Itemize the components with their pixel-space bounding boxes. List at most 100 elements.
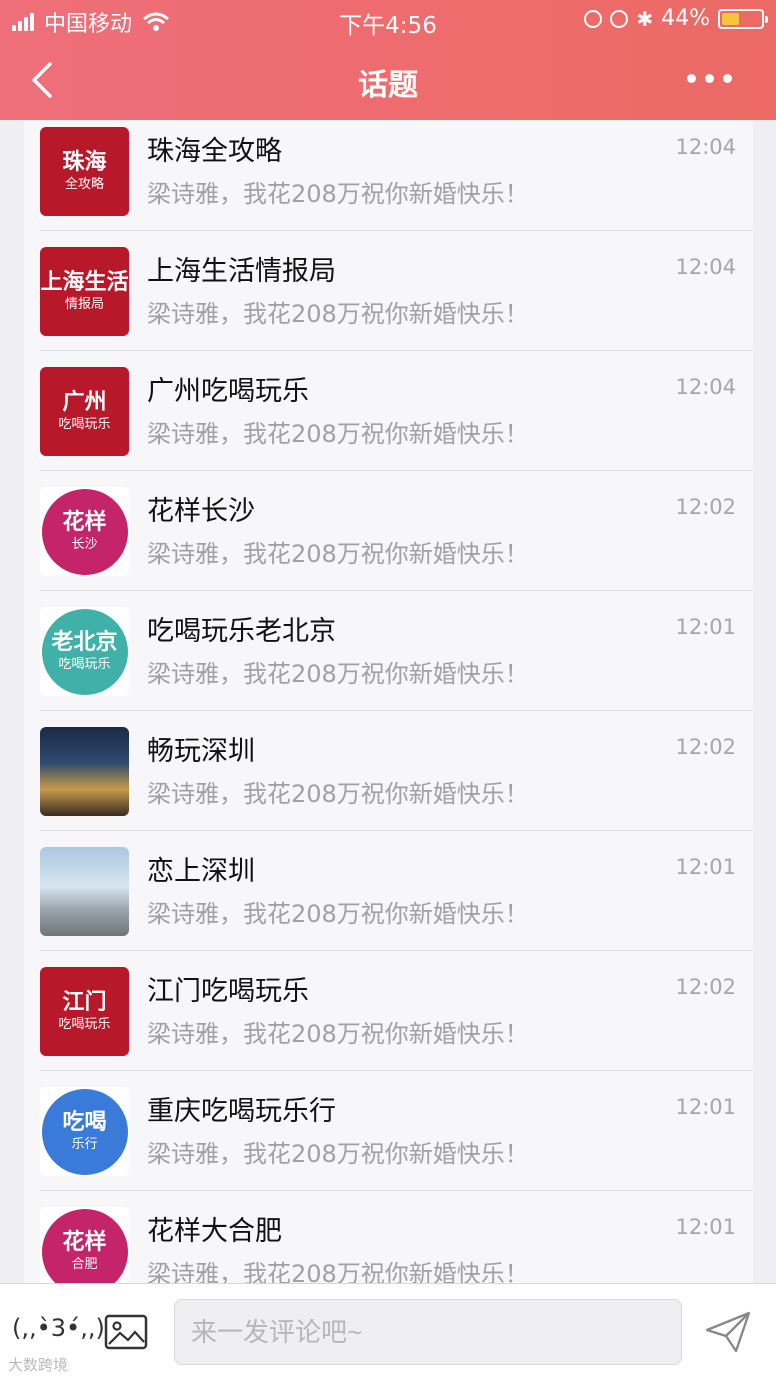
topic-row[interactable]: 恋上深圳梁诗雅，我花208万祝你新婚快乐！ 12:01 [24,831,753,951]
topic-avatar[interactable]: 上海生活 情报局 [40,247,129,336]
avatar-logo: 上海生活 情报局 [40,271,128,312]
topic-row[interactable]: 珠海 全攻略 珠海全攻略 梁诗雅，我花208万祝你新婚快乐！ 12:04 [24,120,753,231]
more-dots-icon[interactable] [687,74,732,83]
topic-last-message: 梁诗雅，我花208万祝你新婚快乐！ [147,1140,529,1168]
topic-timestamp: 12:04 [675,135,736,159]
avatar-logo: 花样 长沙 [41,488,128,575]
topic-timestamp: 12:01 [675,1215,736,1239]
status-right: ✱ 44% [584,6,768,31]
page-title: 话题 [358,68,418,103]
topic-last-message: 梁诗雅，我花208万祝你新婚快乐！ [147,780,529,808]
topic-timestamp: 12:02 [675,975,736,999]
topic-last-message: 梁诗雅，我花208万祝你新婚快乐！ [147,180,529,208]
avatar-logo-main: 花样 [62,1230,107,1256]
topic-title: 广州吃喝玩乐 [147,376,309,407]
avatar-logo-sub: 乐行 [71,1137,98,1153]
topic-timestamp: 12:04 [675,255,736,279]
avatar-logo-sub: 吃喝玩乐 [58,657,111,673]
topic-timestamp: 12:02 [675,495,736,519]
topic-title: 上海生活情报局 [147,256,336,287]
avatar-logo-sub: 吃喝玩乐 [58,1017,111,1033]
topic-title: 珠海全攻略 [147,136,282,167]
topic-row[interactable]: 畅玩深圳梁诗雅，我花208万祝你新婚快乐！ 12:02 [24,711,753,831]
topic-row[interactable]: 老北京 吃喝玩乐 吃喝玩乐老北京 梁诗雅，我花208万祝你新婚快乐！ 12:01 [24,591,753,711]
bluetooth-icon: ✱ [636,6,654,31]
topic-avatar[interactable]: 花样 合肥 [40,1207,129,1283]
topic-last-message: 梁诗雅，我花208万祝你新婚快乐！ [147,420,529,448]
avatar-logo: 老北京 吃喝玩乐 [41,608,128,695]
avatar-logo-main: 上海生活 [40,270,129,296]
topic-timestamp: 12:04 [675,375,736,399]
avatar-logo-sub: 长沙 [71,537,98,553]
emoji-button[interactable]: (,,•̀3•́,,) [12,1314,105,1342]
battery-percent: 44% [661,6,710,31]
nav-bar: 话题 [0,40,776,120]
topic-row[interactable]: 上海生活 情报局 上海生活情报局 梁诗雅，我花208万祝你新婚快乐！ 12:04 [24,231,753,351]
avatar-logo-text: 吃喝 乐行 [62,1111,106,1152]
avatar-logo: 吃喝 乐行 [41,1088,128,1175]
topic-timestamp: 12:01 [675,1095,736,1119]
comment-input[interactable] [174,1299,682,1365]
avatar-logo-text: 珠海 全攻略 [62,151,106,192]
topic-last-message: 梁诗雅，我花208万祝你新婚快乐！ [147,900,529,928]
status-bar: 中国移动 下午4:56 ✱ 44% [0,0,776,40]
topic-last-message: 梁诗雅，我花208万祝你新婚快乐！ [147,1020,529,1048]
battery-fill [722,12,739,25]
topic-list[interactable]: 珠海 全攻略 珠海全攻略 梁诗雅，我花208万祝你新婚快乐！ 12:04 上海生活 情报局上… [24,120,753,1283]
avatar-logo-text: 江门 吃喝玩乐 [58,991,110,1032]
avatar-logo-text: 上海生活 情报局 [40,271,128,312]
avatar-logo-sub: 情报局 [64,297,104,313]
topic-title: 重庆吃喝玩乐行 [147,1096,336,1127]
topic-avatar[interactable]: 珠海 全攻略 [40,127,129,216]
top-bar: 中国移动 下午4:56 ✱ 44% 话题 [0,0,776,120]
avatar-logo-main: 老北京 [51,630,118,656]
avatar-logo-sub: 合肥 [71,1257,98,1273]
topic-row[interactable]: 吃喝 乐行 重庆吃喝玩乐行梁诗雅，我花208万祝你新婚快乐！ 12:01 [24,1071,753,1191]
avatar-logo-text: 广州 吃喝玩乐 [58,391,110,432]
avatar-logo-main: 吃喝 [62,1110,107,1136]
topic-last-message: 梁诗雅，我花208万祝你新婚快乐！ [147,660,529,688]
avatar-logo-main: 江门 [62,990,107,1016]
topic-avatar[interactable] [40,847,129,936]
alarm-icon [610,9,629,28]
topic-row[interactable]: 花样 合肥 花样大合肥梁诗雅，我花208万祝你新婚快乐！ 12:01 [24,1191,753,1283]
topic-avatar[interactable]: 老北京 吃喝玩乐 [40,607,129,696]
topic-title: 吃喝玩乐老北京 [147,616,336,647]
topic-avatar[interactable] [40,727,129,816]
topic-title: 恋上深圳 [147,856,255,887]
topic-last-message: 梁诗雅，我花208万祝你新婚快乐！ [147,540,529,568]
avatar-logo-text: 花样 长沙 [62,511,106,552]
topic-timestamp: 12:02 [675,735,736,759]
topic-title: 畅玩深圳 [147,736,255,767]
topic-title: 花样大合肥 [147,1216,282,1247]
watermark: 大数跨境 [8,1356,69,1374]
avatar-logo: 江门 吃喝玩乐 [58,991,110,1032]
topic-row[interactable]: 广州 吃喝玩乐 广州吃喝玩乐 梁诗雅，我花208万祝你新婚快乐！ 12:04 [24,351,753,471]
send-icon[interactable] [704,1310,752,1354]
topic-last-message: 梁诗雅，我花208万祝你新婚快乐！ [147,1260,529,1283]
avatar-logo-main: 珠海 [62,150,107,176]
avatar-logo-main: 广州 [62,390,107,416]
topic-title: 江门吃喝玩乐 [147,976,309,1007]
avatar-logo-sub: 全攻略 [64,177,104,193]
avatar-logo-main: 花样 [62,510,107,536]
avatar-logo: 花样 合肥 [41,1208,128,1283]
avatar-logo-text: 老北京 吃喝玩乐 [51,631,117,672]
topic-avatar[interactable]: 吃喝 乐行 [40,1087,129,1176]
topic-title: 花样长沙 [147,496,255,527]
topic-timestamp: 12:01 [675,615,736,639]
avatar-logo: 广州 吃喝玩乐 [58,391,110,432]
image-icon[interactable] [104,1314,148,1350]
avatar-logo: 珠海 全攻略 [62,151,106,192]
topic-avatar[interactable]: 花样 长沙 [40,487,129,576]
topic-timestamp: 12:01 [675,855,736,879]
topic-row[interactable]: 花样 长沙 花样长沙 梁诗雅，我花208万祝你新婚快乐！ 12:02 [24,471,753,591]
topic-row[interactable]: 江门 吃喝玩乐 江门吃喝玩乐 梁诗雅，我花208万祝你新婚快乐！ 12:02 [24,951,753,1071]
avatar-logo-sub: 吃喝玩乐 [58,417,111,433]
battery-icon [718,8,768,29]
topic-avatar[interactable]: 江门 吃喝玩乐 [40,967,129,1056]
avatar-logo-text: 花样 合肥 [62,1231,106,1272]
composer-bar: (,,•̀3•́,,) 大数跨境 [0,1283,776,1379]
topic-avatar[interactable]: 广州 吃喝玩乐 [40,367,129,456]
topic-last-message: 梁诗雅，我花208万祝你新婚快乐！ [147,300,529,328]
